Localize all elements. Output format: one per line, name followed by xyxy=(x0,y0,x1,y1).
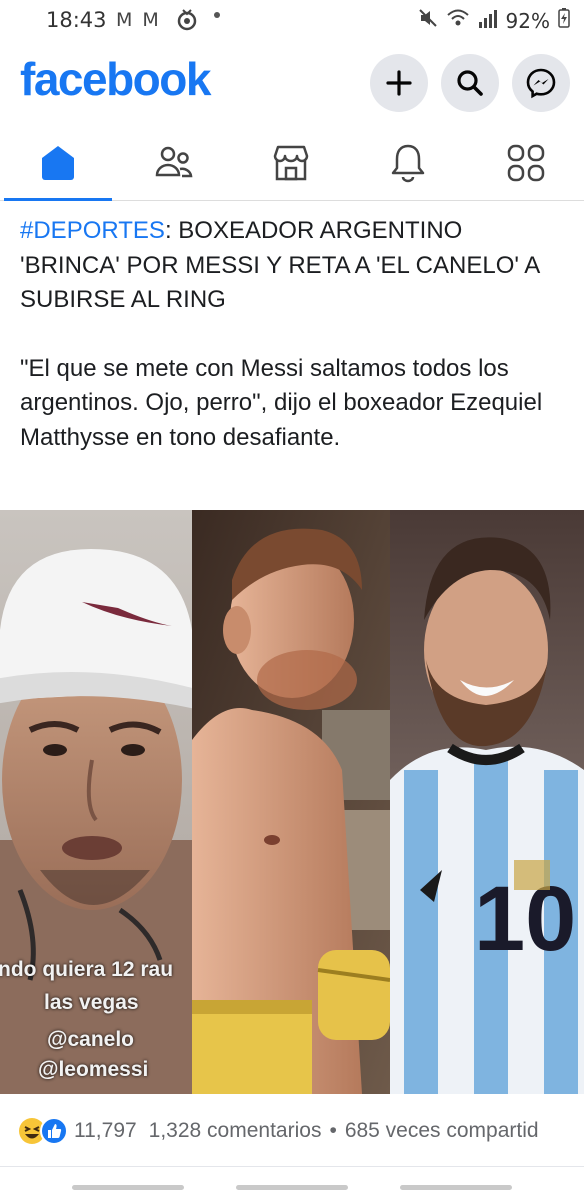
facebook-logo[interactable]: facebook xyxy=(20,52,211,106)
signal-icon xyxy=(478,9,498,33)
photo-boxer-selfie: ndo quiera 12 rau las vegas @canelo @leo… xyxy=(0,510,192,1094)
notifications-icon xyxy=(391,144,425,183)
nav-hint-middle xyxy=(236,1185,348,1190)
status-time: 18:43 xyxy=(46,8,107,32)
battery-charging-icon xyxy=(558,8,570,33)
comment-count[interactable]: 1,328 comentarios xyxy=(149,1119,322,1143)
nav-hint-left xyxy=(72,1185,184,1190)
tab-marketplace[interactable] xyxy=(233,126,349,200)
status-right: 92% xyxy=(418,8,570,33)
share-count[interactable]: 685 veces compartid xyxy=(345,1119,539,1143)
overlay-text-3: @canelo xyxy=(47,1028,135,1051)
like-reaction-icon xyxy=(40,1117,68,1145)
tab-friends[interactable] xyxy=(116,126,232,200)
plus-icon xyxy=(386,70,412,96)
notification-icons: M M xyxy=(116,9,161,31)
separator-dot: • xyxy=(329,1119,337,1142)
photo-canelo xyxy=(192,510,390,1094)
tab-notifications[interactable] xyxy=(350,126,466,200)
more-notifications-dot xyxy=(214,12,220,18)
overlay-text-1: ndo quiera 12 rau xyxy=(0,958,174,981)
marketplace-icon xyxy=(273,145,309,181)
friends-icon xyxy=(155,146,193,178)
overlay-text-4: @leomessi xyxy=(38,1058,149,1081)
menu-icon xyxy=(507,144,545,182)
reaction-icons[interactable] xyxy=(18,1117,68,1145)
app-notification-icon xyxy=(175,6,199,36)
messenger-icon xyxy=(526,68,556,99)
messenger-button[interactable] xyxy=(512,54,570,112)
search-button[interactable] xyxy=(441,54,499,112)
post-quote: "El que se mete con Messi saltamos todos… xyxy=(20,354,543,451)
app-header: facebook xyxy=(0,46,584,122)
status-bar: 18:43 M M 92% xyxy=(0,0,584,40)
engagement-bar: 11,797 1,328 comentarios • 685 veces com… xyxy=(0,1096,584,1167)
nav-hint-right xyxy=(400,1185,512,1190)
post-body: #DEPORTES: BOXEADOR ARGENTINO 'BRINCA' P… xyxy=(20,214,568,455)
home-icon xyxy=(42,146,74,180)
post-headline: #DEPORTES: BOXEADOR ARGENTINO 'BRINCA' P… xyxy=(20,214,568,318)
create-button[interactable] xyxy=(370,54,428,112)
tab-bar xyxy=(0,126,584,201)
reaction-count[interactable]: 11,797 xyxy=(74,1119,137,1143)
photo-messi: 10 xyxy=(390,510,584,1094)
battery-percent: 92% xyxy=(505,8,550,33)
mute-icon xyxy=(418,8,438,33)
search-icon xyxy=(457,70,483,96)
wifi-icon xyxy=(446,8,470,33)
tab-menu[interactable] xyxy=(468,126,584,200)
overlay-text-2: las vegas xyxy=(44,991,139,1014)
hashtag-link[interactable]: #DEPORTES xyxy=(20,217,165,244)
tab-home[interactable] xyxy=(0,126,116,201)
